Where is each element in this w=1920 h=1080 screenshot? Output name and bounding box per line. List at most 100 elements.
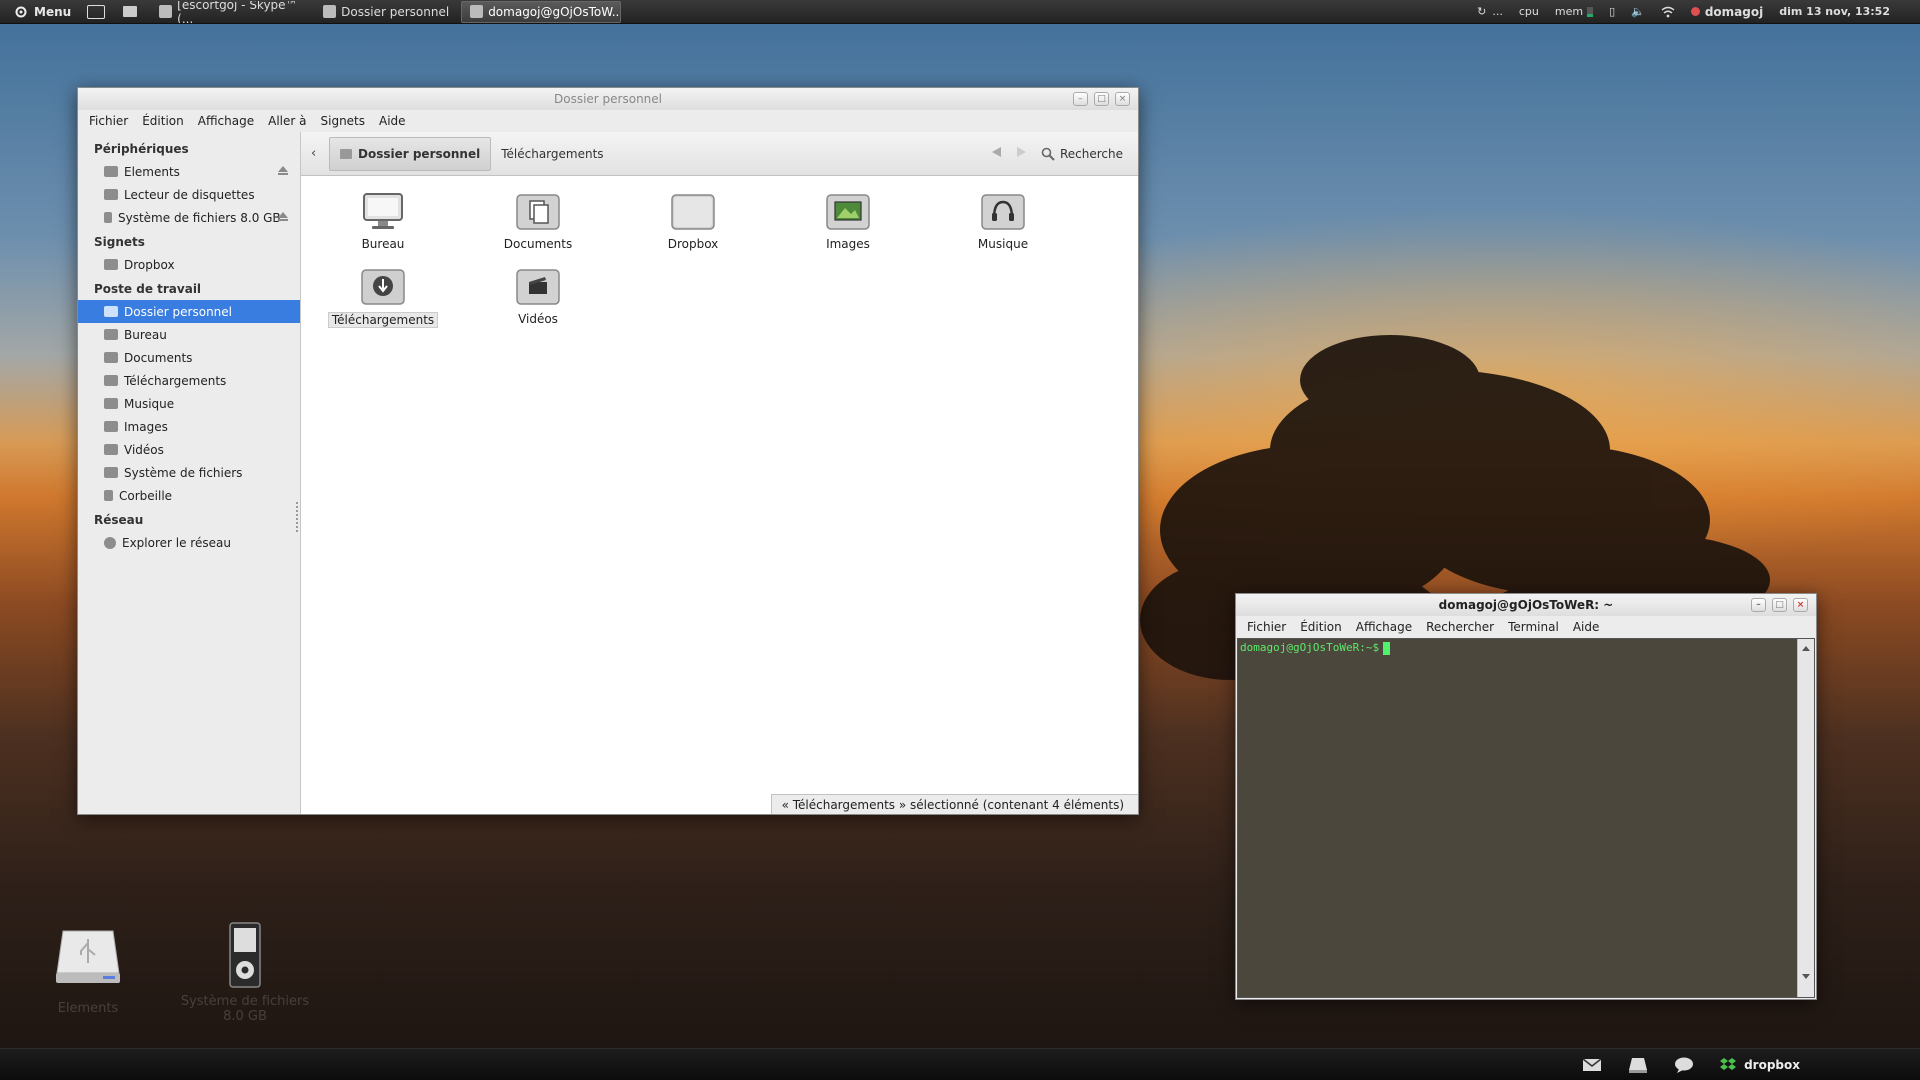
sidebar-item-dropbox[interactable]: Dropbox xyxy=(78,253,300,276)
folder-icon xyxy=(323,5,337,18)
volume-icon[interactable]: 🔈 xyxy=(1623,0,1653,24)
wifi-icon[interactable] xyxy=(1653,0,1683,24)
sidebar-item-floppy[interactable]: Lecteur de disquettes xyxy=(78,183,300,206)
minimize-button[interactable]: – xyxy=(1751,598,1766,612)
downloads-folder-icon xyxy=(361,269,405,305)
menu-go[interactable]: Aller à xyxy=(261,114,313,128)
folder-label: Vidéos xyxy=(518,312,558,326)
taskbar-item-file-manager[interactable]: Dossier personnel xyxy=(315,1,457,23)
maximize-button[interactable]: □ xyxy=(1094,92,1109,106)
sidebar-item-pictures[interactable]: Images xyxy=(78,415,300,438)
sidebar-item-videos[interactable]: Vidéos xyxy=(78,438,300,461)
folder-item-documents[interactable]: Documents xyxy=(492,192,584,251)
folder-item-pictures[interactable]: Images xyxy=(802,192,894,251)
sidebar-item-home[interactable]: Dossier personnel xyxy=(78,300,300,323)
breadcrumb-downloads[interactable]: Téléchargements xyxy=(491,137,613,171)
menu-edit[interactable]: Édition xyxy=(1293,620,1349,634)
file-manager-titlebar[interactable]: Dossier personnel – □ × xyxy=(78,88,1138,110)
menu-file[interactable]: Fichier xyxy=(1240,620,1293,634)
folder-label: Images xyxy=(826,237,870,251)
show-desktop-icon[interactable] xyxy=(87,4,106,19)
maximize-button[interactable]: □ xyxy=(1772,598,1787,612)
user-name: domagoj xyxy=(1704,4,1764,19)
sidebar-item-label: Elements xyxy=(124,164,180,179)
sync-indicator[interactable]: ↻ ... xyxy=(1469,0,1511,24)
chat-icon[interactable] xyxy=(1674,1057,1694,1073)
folder-item-music[interactable]: Musique xyxy=(957,192,1049,251)
minimize-button[interactable]: – xyxy=(1073,92,1088,106)
menu-terminal[interactable]: Terminal xyxy=(1501,620,1566,634)
terminal-output[interactable]: domagoj@gOjOsToWeR:~$ xyxy=(1237,638,1815,998)
sidebar-item-downloads[interactable]: Téléchargements xyxy=(78,369,300,392)
cpu-monitor[interactable]: cpu xyxy=(1511,0,1547,24)
drive-icon[interactable] xyxy=(1628,1057,1648,1073)
videos-folder-icon xyxy=(516,269,560,305)
sync-icon: ↻ xyxy=(1477,5,1487,18)
media-player-icon xyxy=(104,212,112,223)
dropbox-label: dropbox xyxy=(1744,1057,1800,1072)
sync-label: ... xyxy=(1492,5,1503,18)
floppy-icon xyxy=(104,189,118,200)
dropbox-tray[interactable]: dropbox xyxy=(1720,1057,1800,1072)
breadcrumb-label: Téléchargements xyxy=(501,146,604,161)
mem-monitor[interactable]: mem xyxy=(1547,0,1601,24)
close-button[interactable]: × xyxy=(1115,92,1130,106)
sidebar-item-filesystem[interactable]: Système de fichiers xyxy=(78,461,300,484)
folder-item-videos[interactable]: Vidéos xyxy=(492,267,584,326)
user-status-icon xyxy=(1690,7,1700,16)
menu-help[interactable]: Aide xyxy=(1566,620,1607,634)
desktop-icon-filesystem[interactable]: Système de fichiers 8.0 GB xyxy=(178,922,312,1024)
desktop-icon-elements[interactable]: Elements xyxy=(38,925,138,1016)
terminal-scrollbar[interactable] xyxy=(1797,639,1814,997)
close-button[interactable]: × xyxy=(1793,598,1808,612)
next-icon[interactable] xyxy=(1017,147,1026,157)
folder-icon[interactable] xyxy=(123,6,138,17)
window-title: domagoj@gOjOsToWeR: ~ xyxy=(1438,598,1614,612)
eject-icon[interactable] xyxy=(278,166,288,175)
mail-icon[interactable] xyxy=(1582,1057,1602,1073)
folder-item-desktop[interactable]: Bureau xyxy=(337,192,429,251)
menu-file[interactable]: Fichier xyxy=(82,114,135,128)
file-view: ‹ Dossier personnel Téléchargements Rech… xyxy=(301,132,1138,814)
sidebar-item-label: Dropbox xyxy=(124,257,175,272)
sidebar-item-documents[interactable]: Documents xyxy=(78,346,300,369)
taskbar-item-skype[interactable]: [escortgoj - Skype™ (... xyxy=(151,1,311,23)
scroll-down-icon[interactable] xyxy=(1801,971,1811,981)
sidebar-item-desktop[interactable]: Bureau xyxy=(78,323,300,346)
user-menu[interactable]: domagoj xyxy=(1683,0,1771,24)
clock[interactable]: dim 13 nov, 13:52 xyxy=(1771,0,1920,24)
terminal-menubar: Fichier Édition Affichage Rechercher Ter… xyxy=(1236,616,1816,638)
folder-item-downloads[interactable]: Téléchargements xyxy=(327,267,439,328)
search-button[interactable]: Recherche xyxy=(1041,132,1123,176)
menu-view[interactable]: Affichage xyxy=(191,114,261,128)
home-icon xyxy=(340,148,352,159)
folder-label: Dropbox xyxy=(667,237,719,251)
scroll-up-icon[interactable] xyxy=(1801,643,1811,653)
previous-icon[interactable] xyxy=(992,147,1001,157)
folder-item-dropbox[interactable]: Dropbox xyxy=(647,192,739,251)
sidebar-resize-handle[interactable] xyxy=(296,502,298,532)
sidebar-item-label: Musique xyxy=(124,396,175,411)
sidebar-item-music[interactable]: Musique xyxy=(78,392,300,415)
terminal-titlebar[interactable]: domagoj@gOjOsToWeR: ~ – □ × xyxy=(1236,594,1816,616)
sidebar-section-title: Périphériques xyxy=(94,142,189,156)
menu-help[interactable]: Aide xyxy=(372,114,413,128)
menu-search[interactable]: Rechercher xyxy=(1419,620,1501,634)
sidebar-item-elements[interactable]: Elements xyxy=(78,160,300,183)
back-button[interactable]: ‹ xyxy=(311,146,329,161)
menu-edit[interactable]: Édition xyxy=(135,114,191,128)
downloads-icon xyxy=(104,375,118,386)
taskbar-item-terminal[interactable]: domagoj@gOjOsToW... xyxy=(461,0,622,23)
main-menu-button[interactable]: Menu xyxy=(0,0,79,24)
sidebar-item-filesystem-8gb[interactable]: Système de fichiers 8.0 GB xyxy=(78,206,300,229)
breadcrumb-home[interactable]: Dossier personnel xyxy=(329,136,492,171)
clipboard-icon[interactable]: ▯ xyxy=(1601,0,1623,24)
menu-bookmarks[interactable]: Signets xyxy=(314,114,373,128)
icon-grid: Bureau Documents Dropbox Images Musique xyxy=(301,176,1138,814)
sidebar-item-trash[interactable]: Corbeille xyxy=(78,484,300,507)
menu-view[interactable]: Affichage xyxy=(1349,620,1419,634)
sidebar-item-network[interactable]: Explorer le réseau xyxy=(78,531,300,554)
sidebar-item-label: Corbeille xyxy=(119,488,173,503)
drive-icon xyxy=(104,166,118,177)
eject-icon[interactable] xyxy=(278,212,288,221)
